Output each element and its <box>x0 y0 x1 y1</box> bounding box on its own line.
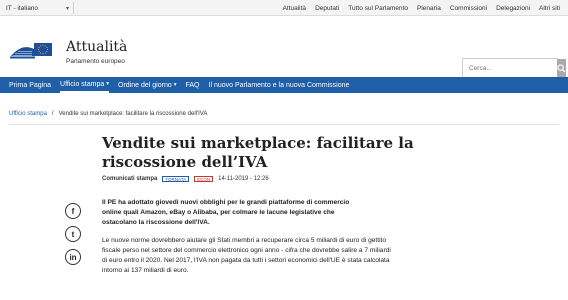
parliament-logo[interactable] <box>8 37 54 65</box>
utility-link-tutto-sul-parlamento[interactable]: Tutto sul Parlamento <box>348 5 408 12</box>
utility-bar: IT - italiano ▾ Attualità Deputati Tutto… <box>0 0 568 16</box>
breadcrumb-current: Vendite sui marketplace: facilitare la r… <box>58 111 208 117</box>
linkedin-icon: in <box>69 252 77 262</box>
utility-link-plenaria[interactable]: Plenaria <box>417 5 441 12</box>
share-linkedin-button[interactable]: in <box>65 249 81 265</box>
utility-link-altri-siti[interactable]: Altri siti <box>539 5 560 12</box>
share-twitter-button[interactable]: t <box>65 226 81 242</box>
chevron-down-icon: ▾ <box>106 81 110 87</box>
twitter-icon: t <box>71 229 75 239</box>
main-nav: Prima Pagina Ufficio stampa ▾ Ordine del… <box>0 77 568 93</box>
divider <box>9 124 559 125</box>
session-badge[interactable]: TORNATA <box>162 176 190 182</box>
nav-item-faq[interactable]: FAQ <box>186 77 200 93</box>
site-title[interactable]: Attualità <box>66 39 127 55</box>
nav-item-ufficio-stampa[interactable]: Ufficio stampa ▾ <box>60 77 110 93</box>
utility-link-attualita[interactable]: Attualità <box>283 5 307 12</box>
share-facebook-button[interactable]: f <box>65 203 81 219</box>
nav-item-prima-pagina[interactable]: Prima Pagina <box>9 77 51 93</box>
site-subtitle: Parlamento europeo <box>66 58 125 65</box>
utility-link-commissioni[interactable]: Commissioni <box>450 5 487 12</box>
article-body: Le nuove norme dovrebbero aiutare gli St… <box>102 237 391 274</box>
page-title: Vendite sui marketplace: facilitare la r… <box>102 134 414 171</box>
article-date: 14-11-2019 - 12:26 <box>218 176 269 182</box>
search-button[interactable] <box>557 59 566 77</box>
search-icon <box>557 63 566 73</box>
nav-label: FAQ <box>185 81 200 89</box>
breadcrumb-link-ufficio-stampa[interactable]: Ufficio stampa <box>9 111 47 117</box>
utility-link-deputati[interactable]: Deputati <box>315 5 339 12</box>
nav-label: Ordine del giorno <box>118 81 172 89</box>
nav-label: Il nuovo Parlamento e la nuova Commissio… <box>208 81 350 89</box>
language-selector[interactable]: IT - italiano ▾ <box>6 2 74 14</box>
facebook-icon: f <box>71 206 75 216</box>
utility-links: Attualità Deputati Tutto sul Parlamento … <box>283 2 560 14</box>
chevron-down-icon: ▾ <box>173 82 177 88</box>
nav-label: Prima Pagina <box>9 81 52 89</box>
search-input[interactable] <box>463 59 557 77</box>
language-label: IT - italiano <box>6 4 39 12</box>
article-category[interactable]: Comunicati stampa <box>102 176 157 182</box>
nav-label: Ufficio stampa <box>60 80 105 88</box>
nav-item-ordine-del-giorno[interactable]: Ordine del giorno ▾ <box>118 77 176 93</box>
utility-link-delegazioni[interactable]: Delegazioni <box>496 5 530 12</box>
nav-item-nuovo-parlamento[interactable]: Il nuovo Parlamento e la nuova Commissio… <box>209 77 350 93</box>
search-box <box>462 58 566 78</box>
committee-badge[interactable]: ECON <box>194 176 214 182</box>
site-header: Attualità Parlamento europeo <box>0 17 568 78</box>
article-meta: Comunicati stampa TORNATA ECON 14-11-201… <box>102 175 269 183</box>
breadcrumb-separator: / <box>51 111 54 117</box>
chevron-down-icon: ▾ <box>65 6 69 12</box>
breadcrumb: Ufficio stampa / Vendite sui marketplace… <box>9 111 207 117</box>
article-lead: Il PE ha adottato giovedì nuovi obblighi… <box>102 199 350 226</box>
